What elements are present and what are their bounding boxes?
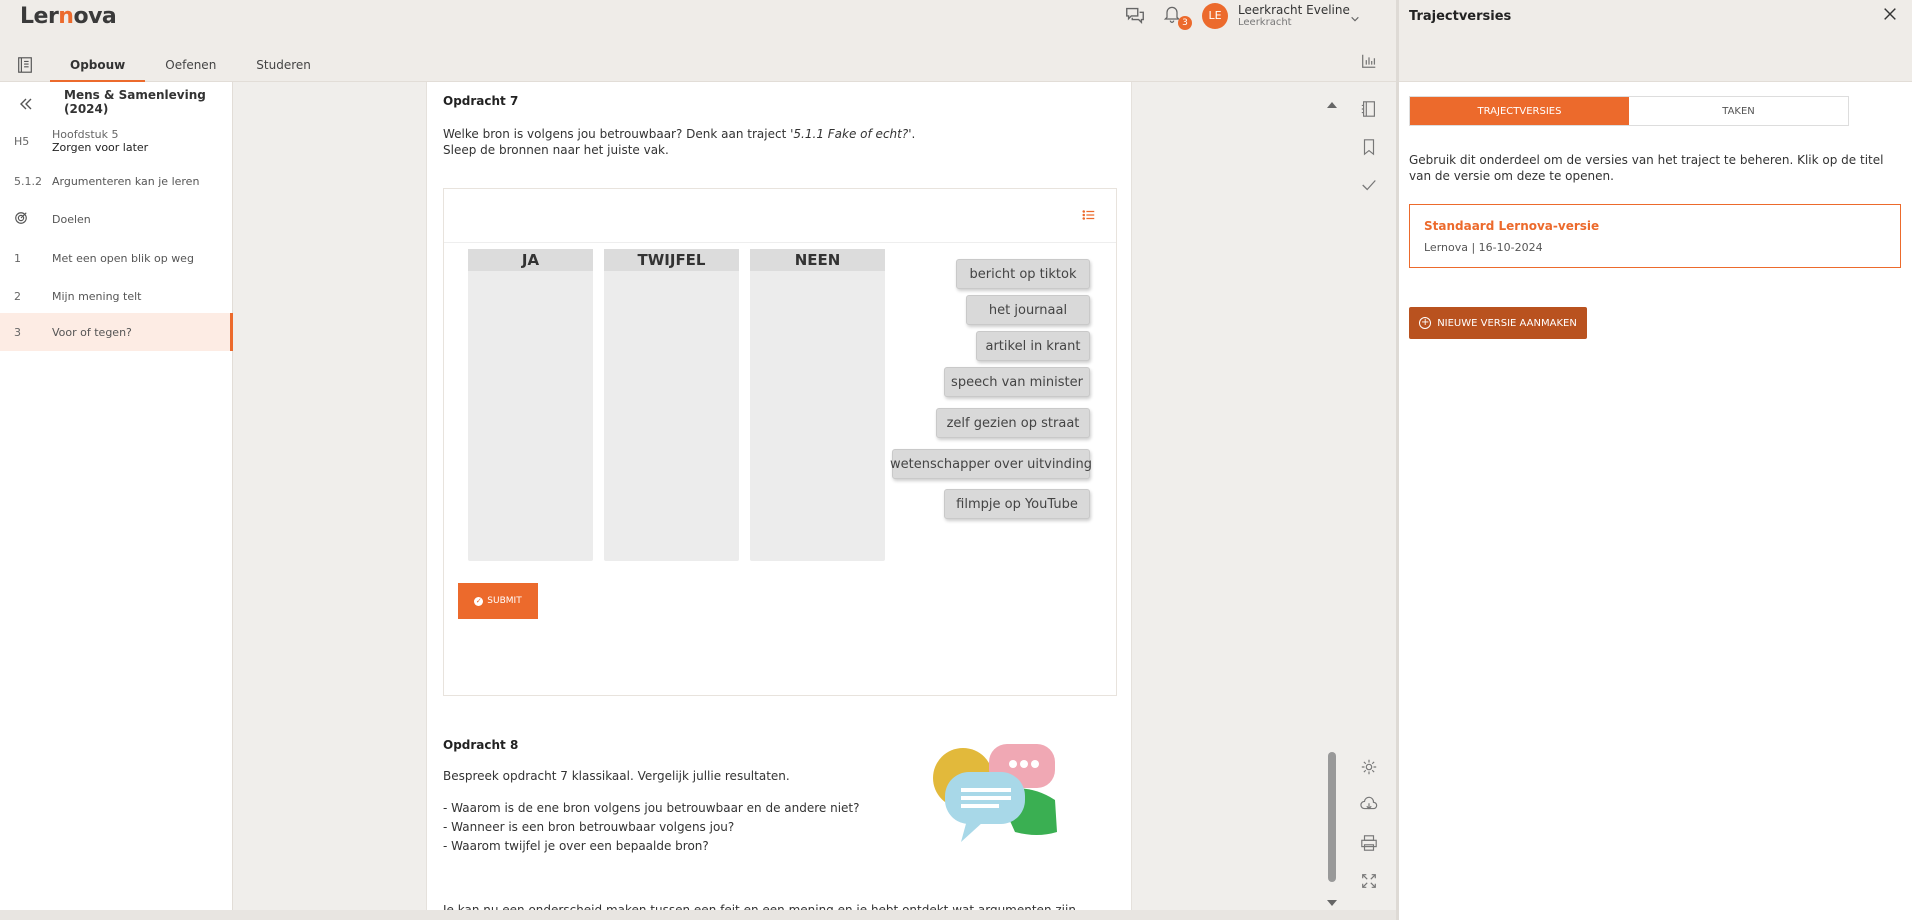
bar-chart-icon[interactable] bbox=[1360, 52, 1380, 72]
opdracht-8-question: - Waarom twijfel je over een bepaalde br… bbox=[443, 839, 709, 853]
drag-drop-exercise: JA TWIJFEL NEEN bericht op tiktok het jo… bbox=[443, 188, 1117, 696]
user-menu[interactable]: LE Leerkracht Eveline Leerkracht bbox=[1202, 3, 1350, 29]
right-rail bbox=[1320, 82, 1396, 920]
sidebar-item-label: Doelen bbox=[52, 212, 91, 226]
chapter-title: Zorgen voor later bbox=[52, 141, 149, 154]
gear-icon[interactable] bbox=[1360, 758, 1380, 778]
notification-badge: 3 bbox=[1178, 16, 1192, 30]
scroll-down-icon[interactable] bbox=[1326, 894, 1338, 906]
panel-title: Trajectversies bbox=[1409, 9, 1512, 24]
sidebar-item-label: Mijn mening telt bbox=[52, 289, 142, 303]
course-title: Mens & Samenleving (2024) bbox=[64, 88, 206, 117]
sidebar-item-mening[interactable]: 2 Mijn mening telt bbox=[0, 278, 233, 314]
cloud-download-icon[interactable] bbox=[1360, 796, 1380, 816]
close-icon[interactable] bbox=[1882, 6, 1900, 24]
tab-studeren[interactable]: Studeren bbox=[236, 48, 331, 82]
sidebar: Mens & Samenleving (2024) H5 Hoofdstuk 5… bbox=[0, 82, 233, 920]
sidebar-item-voor-of-tegen[interactable]: 3 Voor of tegen? bbox=[0, 313, 233, 351]
sidebar-item-label: Met een open blik op weg bbox=[52, 251, 194, 265]
user-name: Leerkracht Eveline bbox=[1238, 2, 1350, 17]
check-icon: ✓ bbox=[474, 596, 484, 606]
tab-trajectversies[interactable]: TRAJECTVERSIES bbox=[1410, 97, 1629, 125]
sidebar-item-doelen[interactable]: Doelen bbox=[0, 202, 233, 236]
bucket-label: TWIJFEL bbox=[604, 249, 739, 271]
sidebar-item-number: 1 bbox=[14, 251, 21, 265]
opdracht-8-question: - Wanneer is een bron betrouwbaar volgen… bbox=[443, 820, 735, 834]
version-meta: Lernova | 16-10-2024 bbox=[1424, 241, 1543, 254]
version-title-link[interactable]: Standaard Lernova-versie bbox=[1424, 219, 1599, 233]
opdracht-8-question: - Waarom is de ene bron volgens jou betr… bbox=[443, 801, 860, 815]
panel-segmented-control: TRAJECTVERSIES TAKEN bbox=[1409, 96, 1849, 126]
app-root: Lernova 3 LE Leerkracht Eveline Leerkrac… bbox=[0, 0, 1912, 920]
user-role: Leerkracht bbox=[1238, 17, 1292, 29]
list-icon[interactable] bbox=[1082, 207, 1098, 223]
tab-opbouw[interactable]: Opbouw bbox=[50, 48, 146, 83]
chat-icon[interactable] bbox=[1124, 4, 1148, 28]
opdracht-8-title: Opdracht 8 bbox=[443, 738, 519, 752]
panel-toggle-icon[interactable] bbox=[1360, 100, 1380, 120]
drag-chip[interactable]: filmpje op YouTube bbox=[944, 489, 1090, 519]
bell-icon[interactable]: 3 bbox=[1162, 4, 1192, 30]
drag-chip[interactable]: bericht op tiktok bbox=[956, 259, 1090, 289]
exercise-header bbox=[444, 189, 1116, 243]
chapter-label: Hoofdstuk 5 bbox=[52, 128, 119, 141]
version-card[interactable]: Standaard Lernova-versie Lernova | 16-10… bbox=[1409, 204, 1901, 268]
drag-chip[interactable]: wetenschapper over uitvinding bbox=[890, 449, 1092, 479]
sidebar-item-label: Argumenteren kan je leren bbox=[52, 174, 200, 188]
sidebar-item-number: 2 bbox=[14, 289, 21, 303]
sidebar-item-number: 3 bbox=[14, 325, 21, 339]
chapter-number: H5 bbox=[14, 134, 30, 148]
tab-taken[interactable]: TAKEN bbox=[1629, 97, 1848, 125]
opdracht-7-text: Welke bron is volgens jou betrouwbaar? D… bbox=[443, 127, 916, 158]
avatar: LE bbox=[1202, 3, 1228, 29]
opdracht-8-intro: Bespreek opdracht 7 klassikaal. Vergelij… bbox=[443, 769, 790, 783]
opdracht-7-title: Opdracht 7 bbox=[443, 94, 519, 108]
lesson-content: Opdracht 7 Welke bron is volgens jou bet… bbox=[426, 82, 1132, 920]
book-icon[interactable] bbox=[0, 48, 50, 82]
scroll-thumb[interactable] bbox=[1328, 752, 1336, 882]
bookmark-icon[interactable] bbox=[1360, 138, 1380, 158]
logo[interactable]: Lernova bbox=[20, 4, 117, 29]
sidebar-chapter[interactable]: H5 Hoofdstuk 5 Zorgen voor later bbox=[0, 124, 233, 158]
print-icon[interactable] bbox=[1360, 834, 1380, 854]
target-icon bbox=[0, 211, 52, 228]
scrollbar[interactable] bbox=[1326, 96, 1338, 906]
bucket-label: JA bbox=[468, 249, 593, 271]
main-tabs: Opbouw Oefenen Studeren bbox=[0, 48, 331, 83]
fullscreen-icon[interactable] bbox=[1360, 872, 1380, 892]
chevron-down-icon[interactable] bbox=[1350, 9, 1362, 22]
drag-chip[interactable]: speech van minister bbox=[944, 367, 1090, 397]
panel-header: Trajectversies bbox=[1399, 0, 1912, 82]
bucket-label: NEEN bbox=[750, 249, 885, 271]
check-icon[interactable] bbox=[1360, 176, 1380, 196]
drag-chip[interactable]: het journaal bbox=[966, 295, 1090, 325]
tab-oefenen[interactable]: Oefenen bbox=[145, 48, 236, 82]
sidebar-item-open-blik[interactable]: 1 Met een open blik op weg bbox=[0, 240, 233, 276]
scroll-up-icon[interactable] bbox=[1326, 96, 1338, 108]
trajectversies-panel: Trajectversies TRAJECTVERSIES TAKEN Gebr… bbox=[1396, 0, 1912, 920]
panel-description: Gebruik dit onderdeel om de versies van … bbox=[1409, 153, 1884, 184]
plus-icon: + bbox=[1419, 317, 1432, 329]
speech-bubbles-illustration bbox=[927, 742, 1067, 852]
collapse-icon[interactable] bbox=[18, 96, 34, 112]
top-icons: 3 bbox=[1124, 4, 1192, 30]
new-version-button[interactable]: + NIEUWE VERSIE AANMAKEN bbox=[1409, 307, 1587, 339]
sidebar-item-argumenteren[interactable]: 5.1.2 Argumenteren kan je leren bbox=[0, 164, 233, 198]
bucket-ja[interactable]: JA bbox=[468, 249, 593, 561]
top-bar: Lernova 3 LE Leerkracht Eveline Leerkrac… bbox=[0, 0, 1396, 83]
drag-chip[interactable]: artikel in krant bbox=[976, 331, 1090, 361]
submit-button[interactable]: ✓ SUBMIT bbox=[458, 583, 538, 619]
drag-chip[interactable]: zelf gezien op straat bbox=[936, 408, 1090, 438]
bottom-strip bbox=[0, 910, 1396, 920]
bucket-neen[interactable]: NEEN bbox=[750, 249, 885, 561]
sidebar-item-label: Voor of tegen? bbox=[52, 325, 132, 339]
bucket-twijfel[interactable]: TWIJFEL bbox=[604, 249, 739, 561]
sidebar-item-number: 5.1.2 bbox=[14, 174, 42, 188]
